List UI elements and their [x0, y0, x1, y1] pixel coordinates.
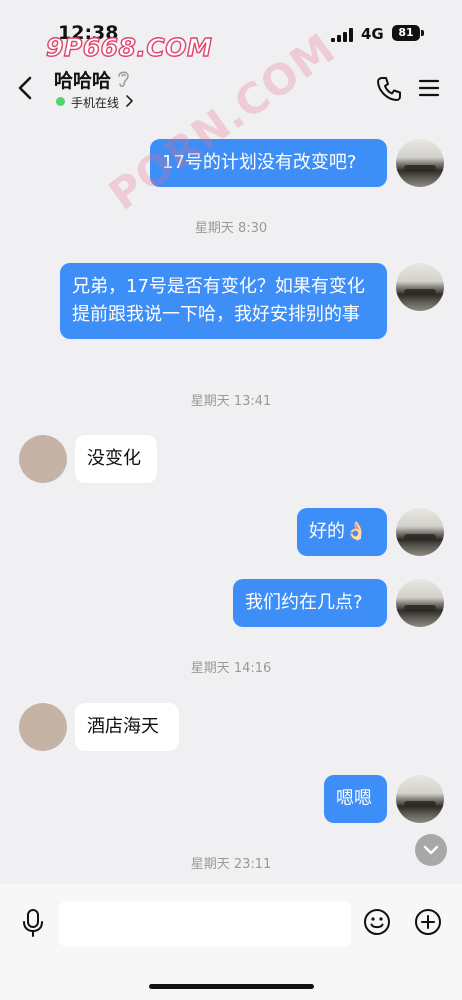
contact-name[interactable]: 哈哈哈 [54, 66, 111, 93]
avatar-self[interactable] [396, 139, 444, 187]
message-outgoing[interactable]: 嗯嗯 [324, 775, 387, 823]
avatar-self[interactable] [396, 579, 444, 627]
battery-level: 81 [392, 25, 420, 41]
chevron-right-icon[interactable] [124, 94, 134, 108]
plus-icon[interactable] [414, 908, 442, 936]
mic-icon[interactable] [20, 908, 46, 938]
emoji-icon[interactable] [363, 908, 391, 936]
message-outgoing[interactable]: 兄弟，17号是否有变化？如果有变化提前跟我说一下哈，我好安排别的事 [60, 263, 387, 339]
message-timestamp: 星期天 13:41 [190, 394, 272, 409]
message-timestamp: 星期天 23:11 [190, 857, 272, 872]
ear-icon [118, 71, 129, 87]
message-input[interactable] [59, 901, 351, 947]
input-bar [0, 884, 462, 1000]
avatar-self[interactable] [396, 775, 444, 823]
phone-icon[interactable] [376, 76, 402, 102]
message-timestamp: 星期天 8:30 [194, 221, 268, 236]
back-icon[interactable] [14, 74, 38, 102]
online-status-text[interactable]: 手机在线 [71, 94, 119, 111]
signal-icon [331, 28, 353, 42]
message-incoming[interactable]: 没变化 [75, 435, 157, 483]
avatar-contact[interactable] [19, 703, 67, 751]
message-outgoing[interactable]: 17号的计划没有改变吧? [150, 139, 387, 187]
battery-icon [421, 30, 424, 36]
message-outgoing[interactable]: 我们约在几点? [233, 579, 387, 627]
chat-header: 哈哈哈 手机在线 [0, 56, 462, 118]
avatar-self[interactable] [396, 263, 444, 311]
message-outgoing[interactable]: 好的👌🏻 [297, 508, 387, 556]
scroll-to-bottom-button[interactable] [415, 834, 447, 866]
avatar-self[interactable] [396, 508, 444, 556]
online-status-dot [56, 97, 65, 106]
avatar-contact[interactable] [19, 435, 67, 483]
message-timestamp: 星期天 14:16 [190, 661, 272, 676]
home-indicator [149, 984, 314, 989]
chevron-down-icon [423, 845, 439, 855]
message-incoming[interactable]: 酒店海天 [75, 703, 179, 751]
network-type: 4G [361, 25, 384, 43]
menu-icon[interactable] [418, 78, 440, 98]
